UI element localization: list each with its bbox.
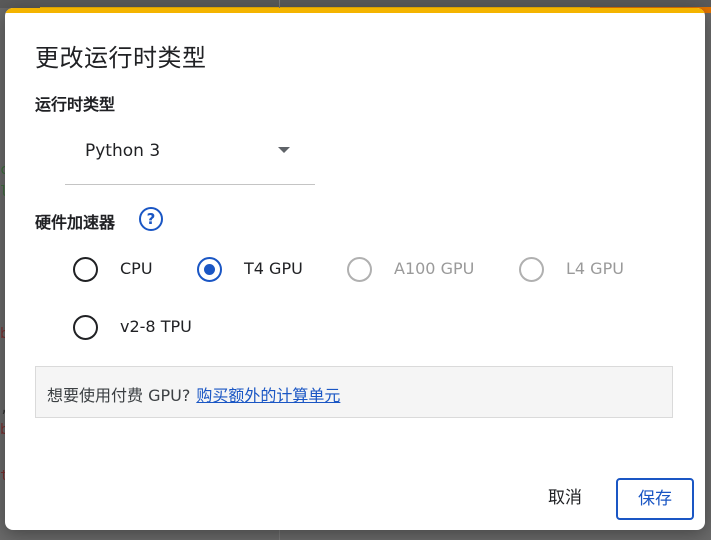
radio-button[interactable]: [73, 257, 98, 282]
runtime-type-label: 运行时类型: [35, 95, 116, 114]
hardware-accelerator-label: 硬件加速器: [35, 213, 116, 232]
radio-button-disabled: [519, 257, 544, 282]
radio-label: CPU: [120, 259, 153, 278]
chevron-down-icon: [278, 147, 290, 153]
radio-label: T4 GPU: [244, 259, 303, 278]
save-button[interactable]: 保存: [616, 478, 694, 520]
help-icon[interactable]: ?: [139, 207, 163, 231]
radio-button-disabled: [347, 257, 372, 282]
dialog-title: 更改运行时类型: [35, 44, 207, 72]
radio-label: v2-8 TPU: [120, 317, 192, 336]
dialog-accent-bar: [5, 8, 705, 13]
notice-text: 想要使用付费 GPU? 购买额外的计算单元: [47, 382, 340, 406]
paid-gpu-notice: 想要使用付费 GPU? 购买额外的计算单元: [35, 366, 673, 418]
runtime-type-value: Python 3: [85, 141, 161, 161]
change-runtime-dialog: 更改运行时类型 运行时类型 Python 3 硬件加速器 ? CPU T4 GP…: [5, 8, 705, 530]
runtime-type-select[interactable]: Python 3: [65, 130, 315, 185]
radio-button-selected[interactable]: [197, 257, 222, 282]
radio-button[interactable]: [73, 315, 98, 340]
radio-label: A100 GPU: [394, 259, 475, 278]
notice-message: 想要使用付费 GPU?: [47, 386, 191, 405]
radio-label: L4 GPU: [566, 259, 624, 278]
cancel-button[interactable]: 取消: [527, 478, 603, 518]
buy-compute-units-link[interactable]: 购买额外的计算单元: [196, 386, 340, 405]
